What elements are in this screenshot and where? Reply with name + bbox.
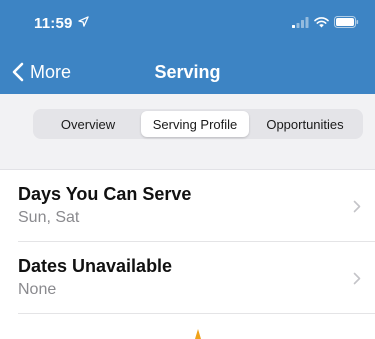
segment-opportunities[interactable]: Opportunities <box>249 111 361 137</box>
navigation-bar: More Serving <box>0 56 375 88</box>
chevron-left-icon <box>12 62 24 82</box>
segment-area: Overview Serving Profile Opportunities <box>0 94 375 170</box>
status-icons <box>292 16 359 28</box>
chevron-right-icon <box>353 272 361 285</box>
loading-spinner-icon <box>195 329 201 339</box>
segmented-control: Overview Serving Profile Opportunities <box>33 109 363 139</box>
back-button[interactable]: More <box>12 56 71 88</box>
wifi-icon <box>314 16 329 27</box>
segment-serving-profile[interactable]: Serving Profile <box>141 111 249 137</box>
row-title: Days You Can Serve <box>18 184 192 204</box>
dates-unavailable-row[interactable]: Dates Unavailable None <box>0 242 375 314</box>
row-subtitle: Sun, Sat <box>18 209 80 226</box>
status-time: 11:59 <box>34 15 73 32</box>
chevron-right-icon <box>353 200 361 213</box>
header: 11:59 More Serving <box>0 0 375 94</box>
row-title: Dates Unavailable <box>18 256 173 276</box>
status-bar: 11:59 <box>0 0 375 40</box>
location-arrow-icon <box>78 16 89 27</box>
battery-icon <box>334 16 359 28</box>
segment-overview[interactable]: Overview <box>35 111 141 137</box>
back-label: More <box>30 61 72 82</box>
divider <box>18 313 375 314</box>
settings-list: Days You Can Serve Sun, Sat Dates Unavai… <box>0 170 375 314</box>
row-subtitle: None <box>18 281 57 298</box>
cellular-signal-icon <box>292 16 309 28</box>
days-you-can-serve-row[interactable]: Days You Can Serve Sun, Sat <box>0 170 375 242</box>
